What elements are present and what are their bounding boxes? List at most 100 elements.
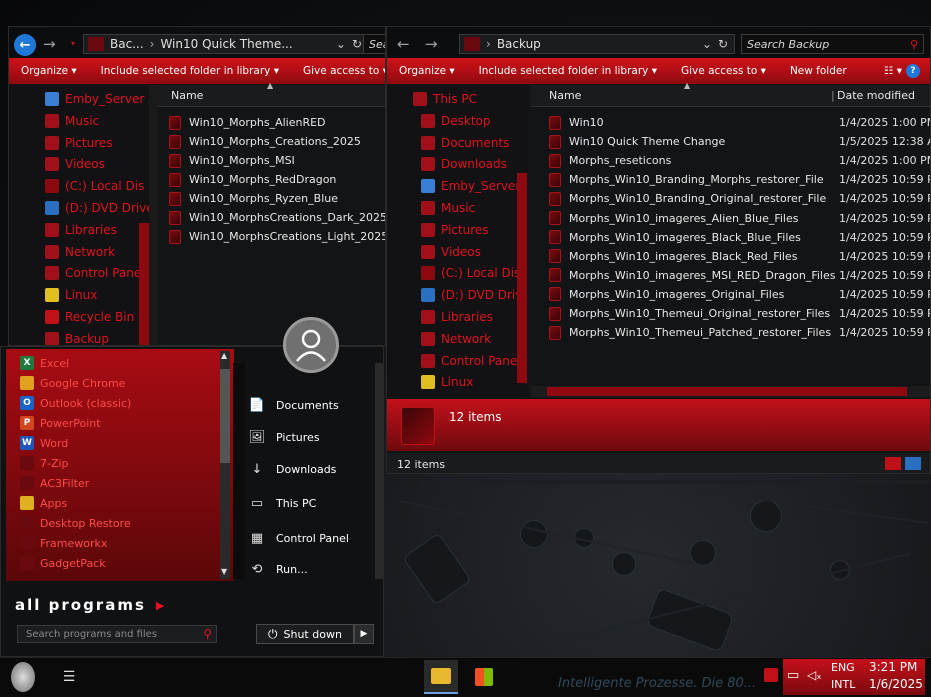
file-row[interactable]: Morphs_Win10_Themeui_Original_restorer_F… xyxy=(549,304,930,323)
nav-item[interactable]: Desktop xyxy=(421,111,491,131)
network-icon[interactable]: ▭ xyxy=(787,668,799,683)
start-right-item[interactable]: 🖼 Pictures xyxy=(249,426,320,448)
organize-menu[interactable]: Organize ▾ xyxy=(9,65,89,77)
scroll-up-icon[interactable]: ▲ xyxy=(221,351,227,360)
right-search-input[interactable]: Search Backup ⚲ xyxy=(741,34,924,54)
refresh-icon[interactable]: ↻ xyxy=(718,37,728,51)
start-right-item[interactable]: ⟲ Run... xyxy=(249,558,308,580)
file-row[interactable]: Win10_Morphs_RedDragon xyxy=(169,170,336,189)
nav-item[interactable]: Network xyxy=(421,329,491,349)
nav-item[interactable]: Videos xyxy=(421,242,481,262)
file-row[interactable]: Morphs_Win10_imageres_Black_Red_Files 1/4… xyxy=(549,247,930,266)
nav-item[interactable]: (D:) DVD Drive xyxy=(45,198,149,218)
program-item[interactable]: GadgetPack xyxy=(20,553,106,573)
start-search-input[interactable]: Search programs and files ⚲ xyxy=(17,625,217,643)
program-item[interactable]: Google Chrome xyxy=(20,373,125,393)
file-row[interactable]: Morphs_reseticons 1/4/2025 1:00 PM xyxy=(549,151,930,170)
refresh-icon[interactable]: ↻ xyxy=(352,37,362,51)
recent-dropdown-icon[interactable]: ▾ xyxy=(71,39,75,48)
keyboard-layout[interactable]: INTL xyxy=(831,678,855,691)
file-row[interactable]: Win10_MorphsCreations_Light_2025 xyxy=(169,227,385,246)
nav-item[interactable]: This PC xyxy=(413,89,477,109)
include-in-library-menu[interactable]: Include selected folder in library ▾ xyxy=(467,65,669,77)
user-avatar[interactable] xyxy=(283,317,339,373)
nav-item[interactable]: Music xyxy=(421,198,475,218)
horizontal-scrollbar[interactable] xyxy=(531,386,930,397)
nav-item[interactable]: Control Panel xyxy=(45,263,145,283)
back-arrow-icon[interactable]: ← xyxy=(397,35,410,53)
address-dropdown-icon[interactable]: ⌄ xyxy=(336,37,346,51)
date-modified-column-header[interactable]: Date modified xyxy=(837,89,915,102)
right-address-bar[interactable]: › Backup ⌄ ↻ xyxy=(459,34,735,54)
scroll-down-icon[interactable]: ▼ xyxy=(221,567,227,576)
program-item[interactable]: X Excel xyxy=(20,353,69,373)
start-right-item[interactable]: ▦ Control Panel xyxy=(249,527,349,549)
nav-item[interactable]: Music xyxy=(45,111,99,131)
nav-item[interactable]: Libraries xyxy=(421,307,493,327)
address-segment[interactable]: Win10 Quick Theme... xyxy=(154,37,298,51)
program-item[interactable]: 7-Zip xyxy=(20,453,69,473)
give-access-menu[interactable]: Give access to ▾ xyxy=(669,65,778,77)
left-address-bar[interactable]: Bac... › Win10 Quick Theme... ⌄ ↻ xyxy=(83,34,369,54)
program-item[interactable]: Apps xyxy=(20,493,67,513)
nav-item[interactable]: Videos xyxy=(45,154,105,174)
left-nav-scrollbar[interactable] xyxy=(139,223,149,345)
view-options-icon[interactable]: ☷ ▾ xyxy=(872,65,906,77)
search-icon[interactable]: ⚲ xyxy=(203,627,212,641)
speaker-muted-icon[interactable]: ◁ₓ xyxy=(807,668,822,682)
help-icon[interactable]: ? xyxy=(906,64,920,78)
give-access-menu[interactable]: Give access to ▾ xyxy=(291,65,385,77)
address-segment[interactable]: Bac... xyxy=(104,37,150,51)
address-dropdown-icon[interactable]: ⌄ xyxy=(702,37,712,51)
organize-menu[interactable]: Organize ▾ xyxy=(387,65,467,77)
task-view-icon[interactable]: ☰ xyxy=(52,660,86,694)
file-row[interactable]: Win10_Morphs_Ryzen_Blue xyxy=(169,189,338,208)
details-view-icon[interactable] xyxy=(885,457,901,470)
nav-item[interactable]: Network xyxy=(45,242,115,262)
file-row[interactable]: Morphs_Win10_Branding_Morphs_restorer_Fi… xyxy=(549,170,930,189)
program-item[interactable]: W Word xyxy=(20,433,68,453)
right-explorer-window[interactable]: ← → › Backup ⌄ ↻ Search Backup ⚲ Organiz… xyxy=(386,26,931,474)
program-item[interactable]: AC3Filter xyxy=(20,473,89,493)
nav-item[interactable]: Pictures xyxy=(421,220,489,240)
file-row[interactable]: Morphs_Win10_imageres_Alien_Blue_Files 1/… xyxy=(549,209,930,228)
nav-item[interactable]: (C:) Local Dis xyxy=(421,263,520,283)
shutdown-button[interactable]: ⏻ Shut down xyxy=(256,624,354,644)
nav-item[interactable]: Downloads xyxy=(421,154,507,174)
forward-arrow-icon[interactable]: → xyxy=(43,35,56,53)
clock-time[interactable]: 3:21 PM xyxy=(869,660,917,674)
nav-item[interactable]: Backup xyxy=(45,329,109,345)
horizontal-scroll-thumb[interactable] xyxy=(547,387,907,396)
nav-item[interactable]: Emby_Server xyxy=(421,176,520,196)
large-icons-view-icon[interactable] xyxy=(905,457,921,470)
file-row[interactable]: Win10_MorphsCreations_Dark_2025 xyxy=(169,208,385,227)
store-taskbar-icon[interactable] xyxy=(467,660,501,694)
start-right-item[interactable]: ↓ Downloads xyxy=(249,458,337,480)
program-item[interactable]: O Outlook (classic) xyxy=(20,393,131,413)
nav-item[interactable]: Recycle Bin xyxy=(45,307,134,327)
file-row[interactable]: Morphs_Win10_imageres_Black_Blue_Files 1/… xyxy=(549,228,930,247)
file-row[interactable]: Win10_Morphs_MSI xyxy=(169,151,295,170)
start-right-item[interactable]: 📄 Documents xyxy=(249,394,339,416)
program-item[interactable]: Desktop Restore xyxy=(20,513,131,533)
nav-item[interactable]: Linux xyxy=(421,372,473,392)
clock-date[interactable]: 1/6/2025 xyxy=(869,677,923,691)
all-programs-button[interactable]: all programs ▶ xyxy=(15,593,235,617)
program-list-scroll-thumb[interactable] xyxy=(220,369,230,463)
file-row[interactable]: Morphs_Win10_Branding_Original_restorer_… xyxy=(549,189,930,208)
file-row[interactable]: Win10_Morphs_AlienRED xyxy=(169,113,326,132)
file-explorer-taskbar-icon[interactable] xyxy=(424,660,458,694)
file-row[interactable]: Win10 Quick Theme Change 1/5/2025 12:38 A… xyxy=(549,132,930,151)
address-segment[interactable]: Backup xyxy=(491,37,547,51)
start-orb-icon[interactable] xyxy=(6,660,40,694)
file-row[interactable]: Morphs_Win10_Themeui_Patched_restorer_Fi… xyxy=(549,323,930,342)
search-icon[interactable]: ⚲ xyxy=(910,38,918,51)
shutdown-options-arrow-icon[interactable]: ▶ xyxy=(354,624,374,644)
left-nav-scroll-track[interactable] xyxy=(149,85,157,345)
file-row[interactable]: Morphs_Win10_imageres_MSI_RED_Dragon_Fil… xyxy=(549,266,930,285)
nav-item[interactable]: Documents xyxy=(421,133,509,153)
left-explorer-window[interactable]: ← → ▾ Bac... › Win10 Quick Theme... ⌄ ↻ … xyxy=(8,26,386,346)
left-search-input[interactable]: Sea xyxy=(363,34,385,54)
nav-item[interactable]: Emby_Server xyxy=(45,89,144,109)
forward-arrow-icon[interactable]: → xyxy=(425,35,438,53)
